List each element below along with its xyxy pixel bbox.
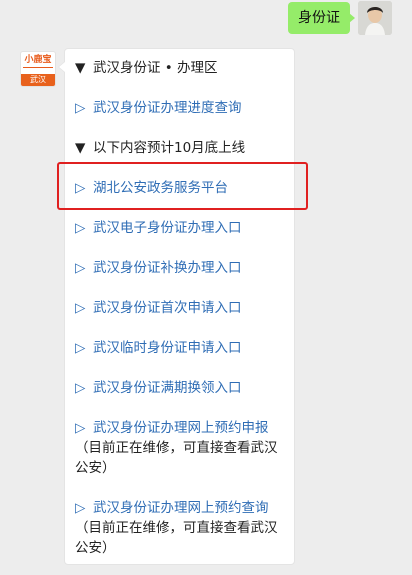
- play-outline-icon: ▷: [75, 260, 86, 276]
- maintenance-note: （目前正在维修，可直接查看武汉公安）: [75, 520, 278, 556]
- link-id-replacement[interactable]: ▷ 武汉身份证补换办理入口: [75, 258, 242, 278]
- play-outline-icon: ▷: [75, 380, 86, 396]
- link-expiry-renewal[interactable]: ▷ 武汉身份证满期换领入口: [75, 378, 242, 398]
- link-booking-query[interactable]: ▷ 武汉身份证办理网上预约查询: [75, 498, 269, 518]
- play-outline-icon: ▷: [75, 500, 86, 516]
- play-outline-icon: ▷: [75, 220, 86, 236]
- logo-divider: [23, 67, 53, 71]
- play-outline-icon: ▷: [75, 420, 86, 436]
- link-online-booking[interactable]: ▷ 武汉身份证办理网上预约申报: [75, 418, 269, 438]
- play-outline-icon: ▷: [75, 180, 86, 196]
- menu-subheader: ▼ 以下内容预计10月底上线: [75, 140, 246, 156]
- outgoing-message-text: 身份证: [298, 10, 340, 26]
- logo-brand-text: 小鹿宝: [24, 55, 52, 65]
- link-electronic-id[interactable]: ▷ 武汉电子身份证办理入口: [75, 218, 242, 238]
- link-progress-query[interactable]: ▷ 武汉身份证办理进度查询: [75, 98, 242, 118]
- link-hubei-police-portal[interactable]: ▷ 湖北公安政务服务平台: [75, 178, 228, 198]
- person-photo-icon: [358, 1, 392, 35]
- official-account-avatar[interactable]: 小鹿宝 武汉: [20, 51, 56, 87]
- triangle-down-icon: ▼: [75, 140, 86, 156]
- play-outline-icon: ▷: [75, 300, 86, 316]
- reply-message-bubble: ▼ 武汉身份证 • 办理区 ▷ 武汉身份证办理进度查询 ▼ 以下内容预计10月底上线 …: [58, 48, 295, 565]
- triangle-down-icon: ▼: [75, 60, 86, 76]
- logo-city-text: 武汉: [21, 74, 55, 86]
- play-outline-icon: ▷: [75, 340, 86, 356]
- outgoing-message-bubble[interactable]: 身份证: [288, 2, 355, 34]
- menu-header: ▼ 武汉身份证 • 办理区: [75, 60, 218, 76]
- link-first-application[interactable]: ▷ 武汉身份证首次申请入口: [75, 298, 242, 318]
- link-temporary-id[interactable]: ▷ 武汉临时身份证申请入口: [75, 338, 242, 358]
- maintenance-note: （目前正在维修，可直接查看武汉公安）: [75, 440, 278, 476]
- play-outline-icon: ▷: [75, 100, 86, 116]
- user-avatar[interactable]: [358, 1, 392, 35]
